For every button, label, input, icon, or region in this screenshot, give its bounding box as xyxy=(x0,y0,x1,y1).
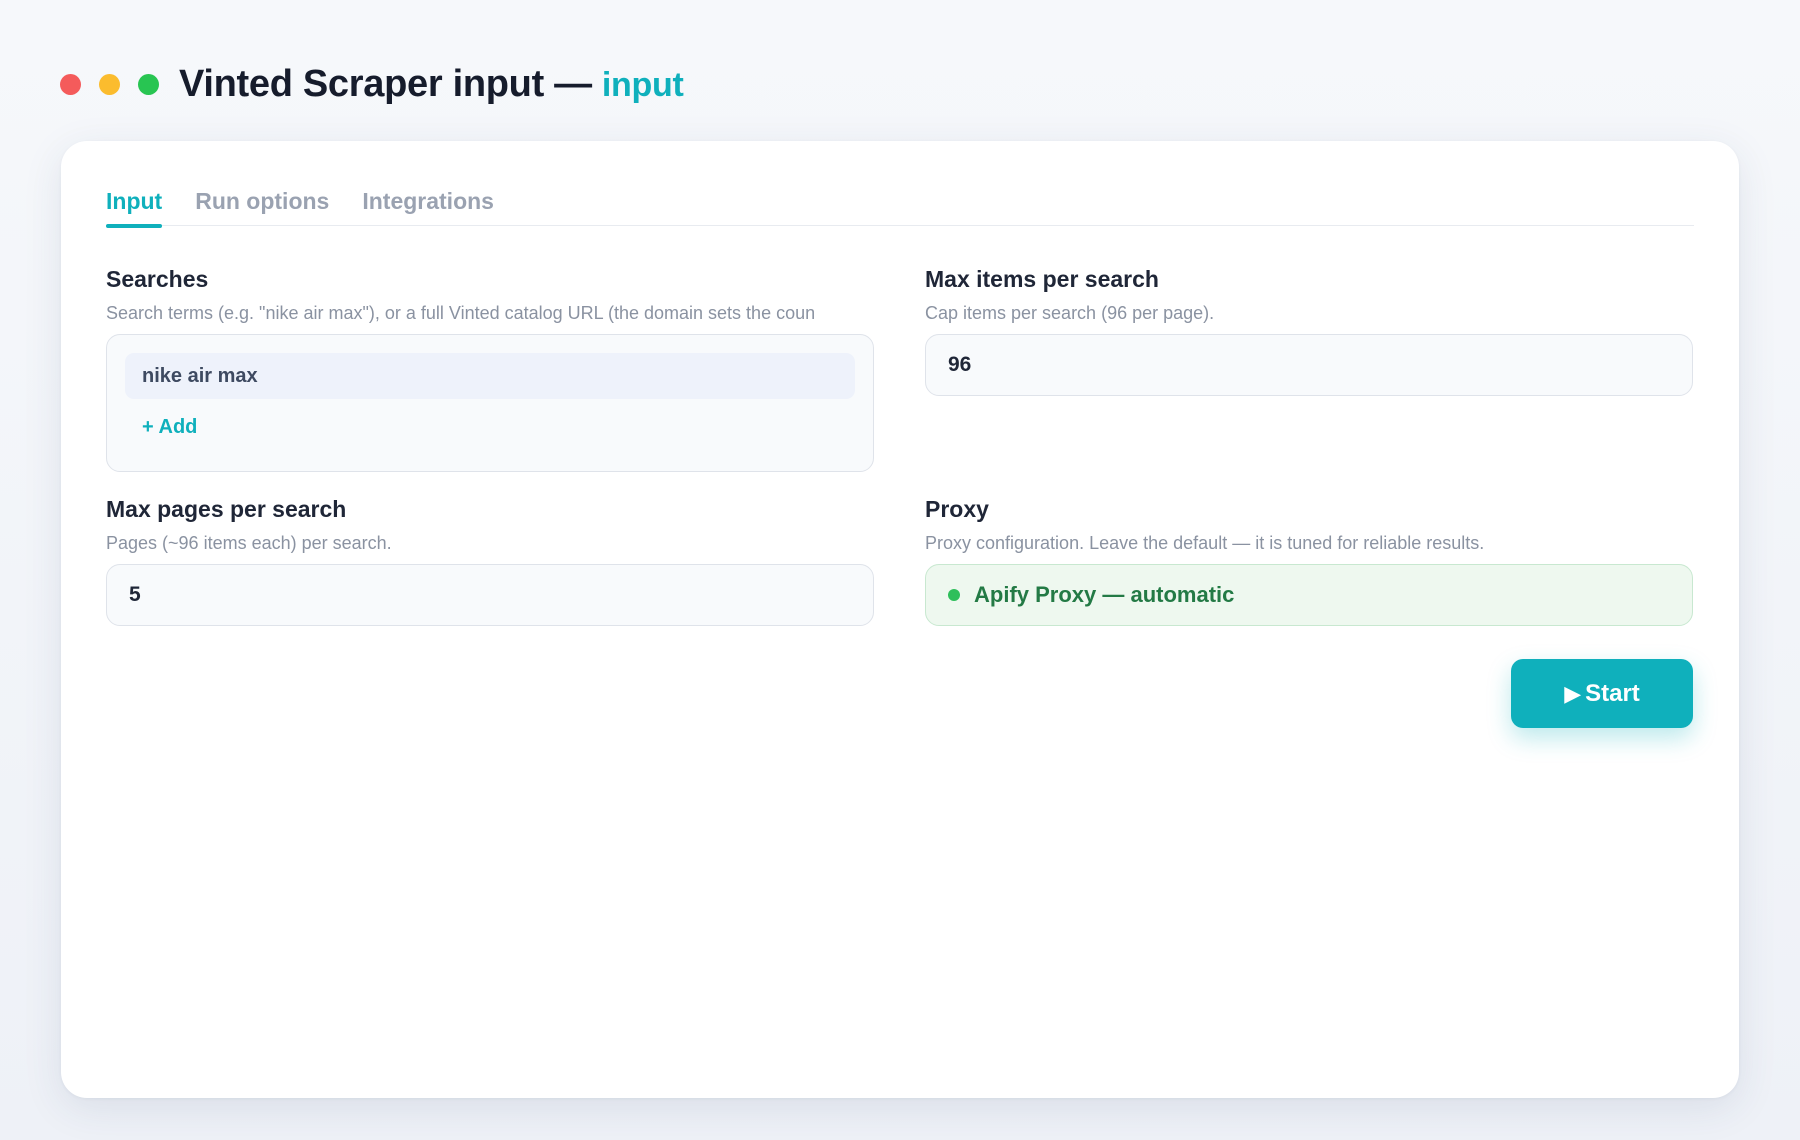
proxy-select[interactable]: Apify Proxy — automatic xyxy=(925,564,1693,626)
window-title: Vinted Scraper input — input xyxy=(179,62,684,106)
tab-input[interactable]: Input xyxy=(106,175,163,228)
window-title-bar: Vinted Scraper input — input xyxy=(60,56,684,112)
input-form-card: Input Run options Integrations Searches … xyxy=(61,141,1739,1098)
max-items-field: Max items per search Cap items per searc… xyxy=(925,265,1693,396)
max-items-input[interactable]: 96 xyxy=(925,334,1693,396)
play-icon: ▶ xyxy=(1564,680,1582,706)
searches-label: Searches xyxy=(106,266,209,292)
max-items-label: Max items per search xyxy=(925,266,1159,292)
tab-integrations[interactable]: Integrations xyxy=(362,175,494,225)
start-button-label: Start xyxy=(1585,679,1640,707)
proxy-field: Proxy Proxy configuration. Leave the def… xyxy=(925,495,1693,626)
max-pages-label: Max pages per search xyxy=(106,496,347,522)
start-button[interactable]: ▶ Start xyxy=(1511,659,1693,728)
close-window-button[interactable] xyxy=(60,73,81,95)
window-title-text: Vinted Scraper input — xyxy=(179,62,592,105)
tab-bar: Input Run options Integrations xyxy=(106,175,1694,228)
max-pages-description: Pages (~96 items each) per search. xyxy=(106,533,392,553)
searches-field: Searches Search terms (e.g. "nike air ma… xyxy=(106,265,874,472)
max-pages-field: Max pages per search Pages (~96 items ea… xyxy=(106,495,874,626)
proxy-value: Apify Proxy — automatic xyxy=(974,582,1235,607)
max-pages-input[interactable]: 5 xyxy=(106,564,874,626)
searches-description: Search terms (e.g. "nike air max"), or a… xyxy=(106,303,816,323)
proxy-label: Proxy xyxy=(925,496,989,522)
window-title-accent: input xyxy=(601,65,684,104)
add-search-button[interactable]: + Add xyxy=(125,416,197,439)
search-item[interactable]: nike air max xyxy=(125,353,855,399)
searches-list: nike air max + Add xyxy=(106,334,874,472)
max-items-description: Cap items per search (96 per page). xyxy=(925,303,1215,323)
maximize-window-button[interactable] xyxy=(138,73,159,95)
minimize-window-button[interactable] xyxy=(99,73,120,95)
proxy-description: Proxy configuration. Leave the default —… xyxy=(925,533,1485,553)
status-dot-icon xyxy=(948,589,960,601)
tab-run-options[interactable]: Run options xyxy=(195,175,329,225)
